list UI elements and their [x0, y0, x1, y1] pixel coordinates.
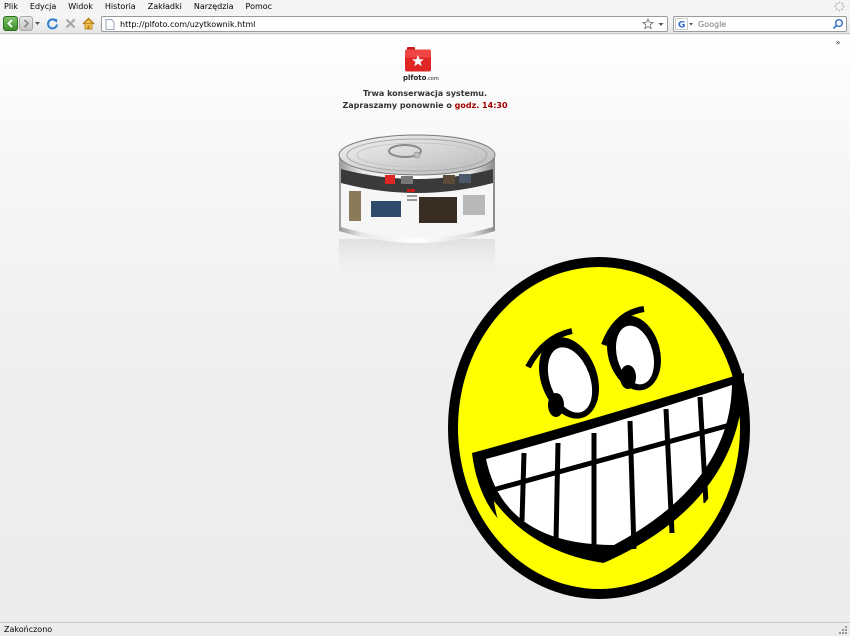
- menu-help[interactable]: Pomoc: [246, 0, 273, 14]
- url-bar[interactable]: http://plfoto.com/uzytkownik.html: [101, 16, 668, 32]
- resize-grip-icon[interactable]: [838, 625, 848, 635]
- status-text: Zakończono: [4, 625, 53, 634]
- search-icon[interactable]: [832, 18, 844, 30]
- throbber-icon: [834, 1, 845, 12]
- toolbar-overflow-chevron-icon[interactable]: »: [830, 37, 846, 49]
- grinning-smiley-image: [448, 257, 750, 599]
- return-time: godz. 14:30: [454, 101, 508, 110]
- maintenance-message: Trwa konserwacja systemu.: [362, 89, 488, 98]
- search-input[interactable]: [698, 18, 828, 30]
- bookmark-star-icon[interactable]: [642, 18, 654, 30]
- status-bar: Zakończono: [0, 622, 850, 636]
- menu-history[interactable]: Historia: [105, 0, 136, 14]
- page-icon: [105, 19, 115, 30]
- return-time-message: Zapraszamy ponownie o godz. 14:30: [342, 101, 508, 110]
- stop-icon[interactable]: [63, 16, 78, 31]
- google-engine-icon[interactable]: G: [675, 18, 695, 30]
- url-text[interactable]: http://plfoto.com/uzytkownik.html: [120, 18, 255, 31]
- svg-text:G: G: [678, 21, 685, 31]
- search-bar: G: [673, 16, 847, 32]
- forward-arrow-icon: [23, 19, 30, 28]
- forward-button[interactable]: [19, 16, 33, 31]
- logo-text: plfoto.com: [403, 74, 439, 82]
- menu-file[interactable]: Plik: [4, 0, 18, 14]
- home-icon[interactable]: [81, 16, 96, 31]
- page-content: » plfoto.com Trwa konserwacja systemu. Z…: [0, 35, 850, 622]
- menu-tools[interactable]: Narzędzia: [194, 0, 234, 14]
- photo-folder-icon: [405, 47, 431, 72]
- url-dropdown-icon[interactable]: [657, 18, 665, 30]
- reload-icon[interactable]: [45, 16, 60, 31]
- menu-bookmarks[interactable]: Zakładki: [148, 0, 182, 14]
- plfoto-logo[interactable]: plfoto.com: [400, 47, 442, 87]
- menu-bar: Plik Edycja Widok Historia Zakładki Narz…: [0, 0, 850, 14]
- history-dropdown-icon[interactable]: [34, 16, 41, 31]
- menu-view[interactable]: Widok: [68, 0, 93, 14]
- back-arrow-icon: [7, 19, 13, 28]
- back-button[interactable]: [3, 16, 18, 31]
- menu-edit[interactable]: Edycja: [30, 0, 56, 14]
- navigation-toolbar: http://plfoto.com/uzytkownik.html G: [0, 14, 850, 34]
